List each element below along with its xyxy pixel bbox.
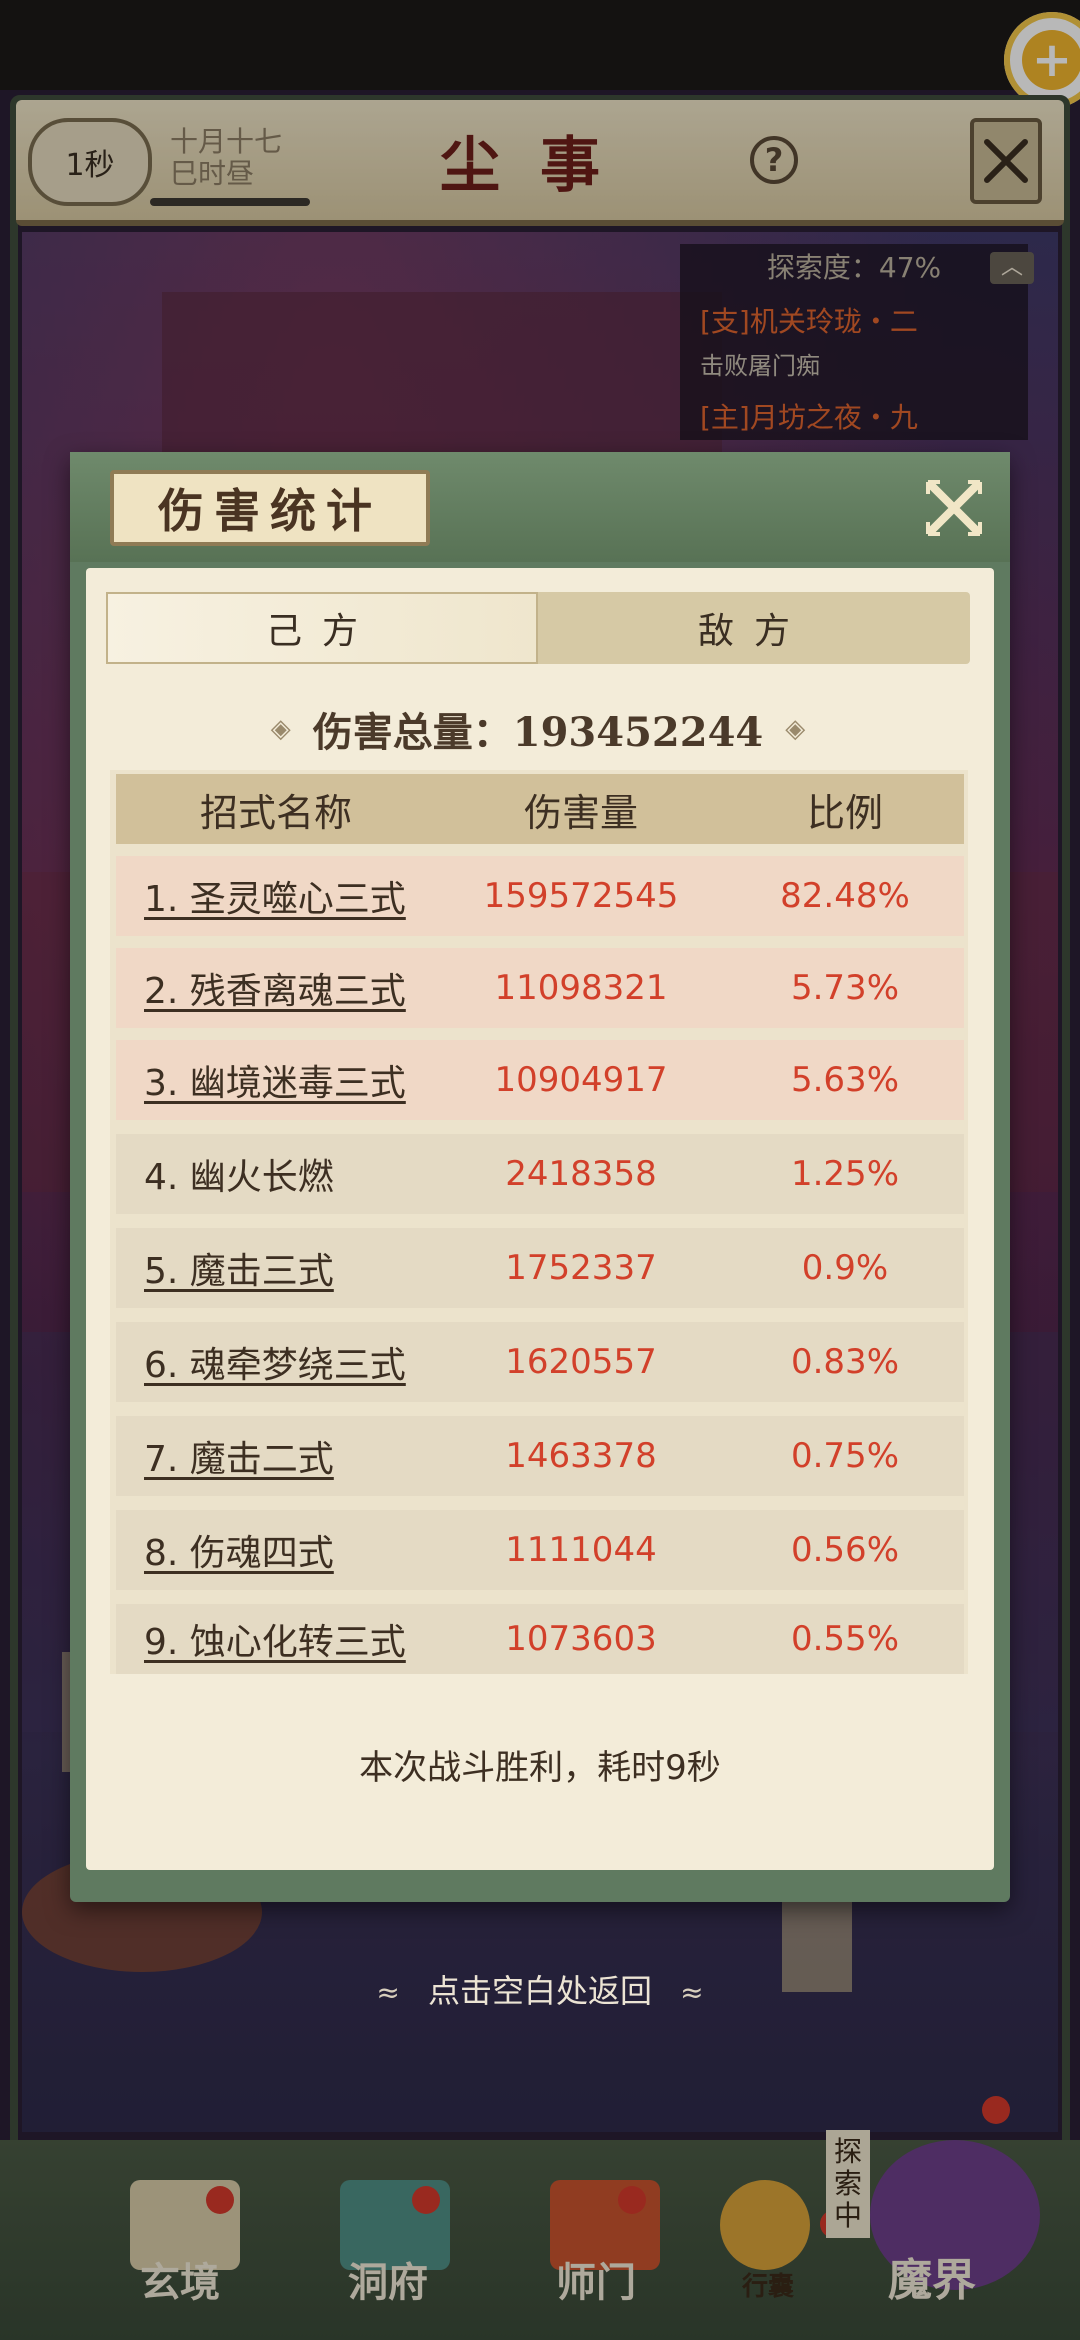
damage-total: 伤害总量：193452244: [312, 709, 764, 756]
skill-damage: 11098321: [494, 968, 668, 1008]
skill-name[interactable]: 3. 幽境迷毒三式: [116, 1054, 436, 1106]
skill-name[interactable]: 1. 圣灵噬心三式: [116, 870, 436, 922]
battle-result: 本次战斗胜利，耗时9秒: [359, 1748, 721, 1788]
skill-damage: 10904917: [494, 1060, 668, 1100]
dialog-close-button[interactable]: [918, 472, 990, 544]
skill-ratio: 0.9%: [801, 1248, 889, 1288]
skill-ratio: 0.56%: [790, 1530, 899, 1570]
damage-total-row: ◈ 伤害总量：193452244 ◈: [106, 694, 970, 764]
table-row[interactable]: 6. 魂牵梦绕三式 1620557 0.83%: [116, 1322, 964, 1402]
skill-damage: 1111044: [505, 1530, 657, 1570]
table-row[interactable]: 5. 魔击三式 1752337 0.9%: [116, 1228, 964, 1308]
dialog-title: 伤害统计: [110, 470, 430, 546]
table-row[interactable]: 2. 残香离魂三式 11098321 5.73%: [116, 948, 964, 1028]
skill-ratio: 1.25%: [790, 1154, 899, 1194]
swirl-icon: ≈: [376, 1976, 400, 2009]
tap-to-return-hint[interactable]: ≈ 点击空白处返回 ≈: [0, 1966, 1080, 2012]
skill-name: 4. 幽火长燃: [144, 1157, 334, 1198]
skill-damage: 1463378: [505, 1436, 657, 1476]
skill-damage: 1620557: [505, 1342, 657, 1382]
close-icon: [926, 480, 982, 536]
skill-ratio: 82.48%: [780, 876, 910, 916]
column-ratio: 比例: [806, 790, 883, 835]
diamond-icon: ◈: [785, 714, 806, 744]
return-hint-text: 点击空白处返回: [427, 1972, 652, 2010]
skill-name[interactable]: 8. 伤魂四式: [116, 1524, 436, 1576]
column-damage: 伤害量: [523, 790, 638, 835]
table-row[interactable]: 9. 蚀心化转三式 1073603 0.55%: [116, 1604, 964, 1674]
skill-name[interactable]: 9. 蚀心化转三式: [116, 1613, 436, 1665]
swirl-icon: ≈: [680, 1976, 704, 2009]
table-header: 招式名称 伤害量 比例: [116, 774, 964, 844]
column-skill-name: 招式名称: [199, 790, 352, 835]
tab-own-side[interactable]: 己方: [106, 592, 538, 664]
skill-name[interactable]: 7. 魔击二式: [116, 1430, 436, 1482]
table-row[interactable]: 4. 幽火长燃 2418358 1.25%: [116, 1134, 964, 1214]
skill-name[interactable]: 6. 魂牵梦绕三式: [116, 1336, 436, 1388]
table-row[interactable]: 1. 圣灵噬心三式 159572545 82.48%: [116, 856, 964, 936]
table-row[interactable]: 3. 幽境迷毒三式 10904917 5.63%: [116, 1040, 964, 1120]
tab-enemy-side[interactable]: 敌方: [538, 592, 970, 664]
skill-damage: 1752337: [505, 1248, 657, 1288]
skill-damage: 1073603: [505, 1619, 657, 1659]
skill-ratio: 0.75%: [790, 1436, 899, 1476]
skill-ratio: 5.73%: [790, 968, 899, 1008]
diamond-icon: ◈: [270, 714, 291, 744]
table-row[interactable]: 8. 伤魂四式 1111044 0.56%: [116, 1510, 964, 1590]
skill-damage: 2418358: [505, 1154, 657, 1194]
skill-damage: 159572545: [483, 876, 679, 916]
skill-ratio: 5.63%: [790, 1060, 899, 1100]
skill-name[interactable]: 5. 魔击三式: [116, 1242, 436, 1294]
skill-ratio: 0.83%: [790, 1342, 899, 1382]
skill-name[interactable]: 2. 残香离魂三式: [116, 962, 436, 1014]
skill-ratio: 0.55%: [790, 1619, 899, 1659]
table-row[interactable]: 7. 魔击二式 1463378 0.75%: [116, 1416, 964, 1496]
